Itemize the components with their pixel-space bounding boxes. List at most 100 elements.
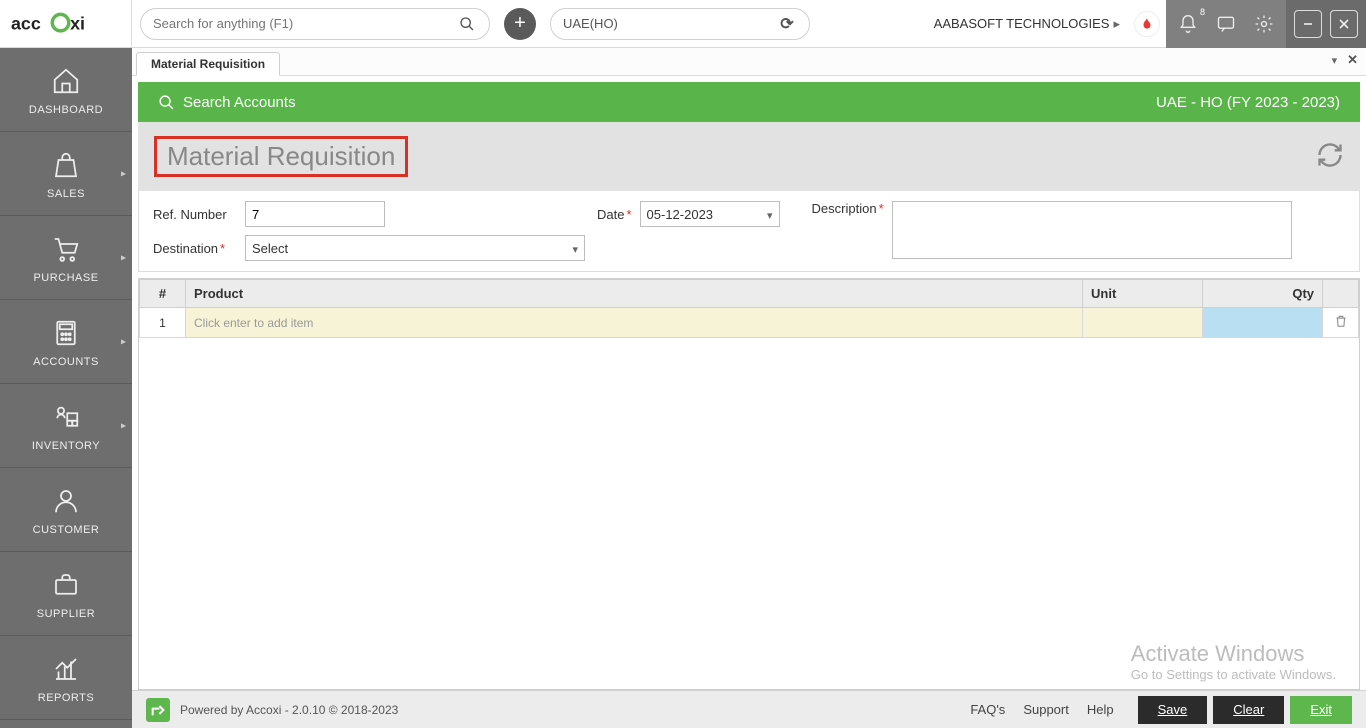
sidebar-item-label: SUPPLIER <box>37 608 95 620</box>
gear-icon[interactable] <box>1250 10 1278 38</box>
search-accounts-button[interactable]: Search Accounts <box>158 94 296 111</box>
home-icon <box>49 64 83 98</box>
fiscal-context: UAE - HO (FY 2023 - 2023) <box>1156 94 1340 111</box>
chevron-right-icon: ▸ <box>121 420 126 431</box>
delete-row-button[interactable] <box>1323 308 1359 338</box>
calculator-icon <box>49 316 83 350</box>
tab-close-icon[interactable]: ✕ <box>1347 52 1358 68</box>
date-value: 05-12-2023 <box>647 207 714 222</box>
tab-material-requisition[interactable]: Material Requisition <box>136 52 280 76</box>
sidebar-item-label: SALES <box>47 188 85 200</box>
sidebar-item-label: INVENTORY <box>32 440 100 452</box>
table-row[interactable]: 1 Click enter to add item <box>140 308 1359 338</box>
chevron-right-icon: ▸ <box>121 252 126 263</box>
add-button[interactable]: + <box>504 8 536 40</box>
page-title-highlight: Material Requisition <box>154 136 408 177</box>
sidebar-item-customer[interactable]: CUSTOMER <box>0 468 132 552</box>
save-button[interactable]: Save <box>1138 696 1208 724</box>
notif-badge: 8 <box>1200 7 1205 17</box>
clear-button[interactable]: Clear <box>1213 696 1284 724</box>
col-delete <box>1323 280 1359 308</box>
form-zone: Ref. Number Destination* Select Date* 05… <box>138 191 1360 272</box>
refresh-icon[interactable] <box>1316 141 1344 172</box>
sidebar-item-dashboard[interactable]: DASHBOARD <box>0 48 132 132</box>
bag-icon <box>49 148 83 182</box>
bell-icon[interactable]: 8 <box>1174 10 1202 38</box>
chart-icon <box>49 652 83 686</box>
search-accounts-label: Search Accounts <box>183 94 296 111</box>
sidebar-item-label: CUSTOMER <box>33 524 100 536</box>
org-selector[interactable]: UAE(HO) <box>550 8 810 40</box>
sidebar-item-label: REPORTS <box>38 692 94 704</box>
ref-number-input[interactable] <box>245 201 385 227</box>
page-header: Material Requisition <box>138 122 1360 191</box>
svg-text:acc: acc <box>11 13 41 33</box>
sidebar-item-accounts[interactable]: ACCOUNTS ▸ <box>0 300 132 384</box>
date-picker[interactable]: 05-12-2023 <box>640 201 780 227</box>
page-title: Material Requisition <box>167 141 395 171</box>
row-num: 1 <box>140 308 186 338</box>
sidebar: DASHBOARD SALES ▸ PURCHASE ▸ ACCOUNTS ▸ … <box>0 48 132 728</box>
sidebar-item-label: PURCHASE <box>33 272 98 284</box>
minimize-button[interactable] <box>1294 10 1322 38</box>
close-button[interactable] <box>1330 10 1358 38</box>
tabstrip: Material Requisition ✕ <box>132 48 1366 76</box>
main-panel: Material Requisition ✕ Search Accounts U… <box>132 48 1366 728</box>
date-field: Date* 05-12-2023 <box>597 201 780 227</box>
col-product: Product <box>186 280 1083 308</box>
destination-label: Destination* <box>153 241 237 256</box>
chevron-right-icon: ▸ <box>121 168 126 179</box>
date-label: Date* <box>597 207 632 222</box>
faqs-link[interactable]: FAQ's <box>970 702 1005 717</box>
header-actions: 8 <box>1166 0 1286 48</box>
qty-cell[interactable] <box>1203 308 1323 338</box>
destination-field: Destination* Select <box>153 235 585 261</box>
exit-button[interactable]: Exit <box>1290 696 1352 724</box>
company-dropdown[interactable]: AABASOFT TECHNOLOGIES▸ <box>818 16 1128 32</box>
sidebar-item-reports[interactable]: REPORTS <box>0 636 132 720</box>
description-label: Description* <box>812 201 884 216</box>
footer-powered: Powered by Accoxi - 2.0.10 © 2018-2023 <box>180 703 398 717</box>
cart-icon <box>49 232 83 266</box>
svg-text:xi: xi <box>70 13 85 33</box>
context-bar: Search Accounts UAE - HO (FY 2023 - 2023… <box>138 82 1360 122</box>
org-name: UAE(HO) <box>563 16 618 31</box>
chevron-down-icon <box>767 207 773 222</box>
sidebar-item-supplier[interactable]: SUPPLIER <box>0 552 132 636</box>
sync-icon[interactable] <box>777 14 797 34</box>
global-search[interactable] <box>140 8 490 40</box>
support-link[interactable]: Support <box>1023 702 1069 717</box>
items-table-wrap: # Product Unit Qty 1 Click enter to add … <box>138 278 1360 690</box>
items-table: # Product Unit Qty 1 Click enter to add … <box>139 279 1359 338</box>
sidebar-item-label: DASHBOARD <box>29 104 103 116</box>
flame-icon[interactable] <box>1134 11 1160 37</box>
footer-logo-icon <box>146 698 170 722</box>
description-input[interactable] <box>892 201 1292 259</box>
help-link[interactable]: Help <box>1087 702 1114 717</box>
chevron-right-icon: ▸ <box>121 336 126 347</box>
sidebar-item-inventory[interactable]: INVENTORY ▸ <box>0 384 132 468</box>
product-cell[interactable]: Click enter to add item <box>186 308 1083 338</box>
description-field: Description* <box>812 201 1292 259</box>
destination-value: Select <box>252 241 288 256</box>
search-input[interactable] <box>153 16 457 31</box>
inventory-icon <box>49 400 83 434</box>
destination-select[interactable]: Select <box>245 235 585 261</box>
footer-links: FAQ's Support Help <box>970 702 1113 717</box>
col-num: # <box>140 280 186 308</box>
tab-dropdown-icon[interactable] <box>1332 52 1338 68</box>
ref-label: Ref. Number <box>153 207 237 222</box>
ref-number-field: Ref. Number <box>153 201 585 227</box>
sidebar-item-label: ACCOUNTS <box>33 356 99 368</box>
chat-icon[interactable] <box>1212 10 1240 38</box>
sidebar-item-sales[interactable]: SALES ▸ <box>0 132 132 216</box>
briefcase-icon <box>49 568 83 602</box>
chevron-right-icon: ▸ <box>1113 16 1120 31</box>
window-controls <box>1286 0 1366 48</box>
topbar: acc xi + UAE(HO) AABASOFT TECHNOLOGIES▸ … <box>0 0 1366 48</box>
sidebar-item-purchase[interactable]: PURCHASE ▸ <box>0 216 132 300</box>
footer: Powered by Accoxi - 2.0.10 © 2018-2023 F… <box>132 690 1366 728</box>
col-unit: Unit <box>1083 280 1203 308</box>
unit-cell[interactable] <box>1083 308 1203 338</box>
search-icon[interactable] <box>457 14 477 34</box>
